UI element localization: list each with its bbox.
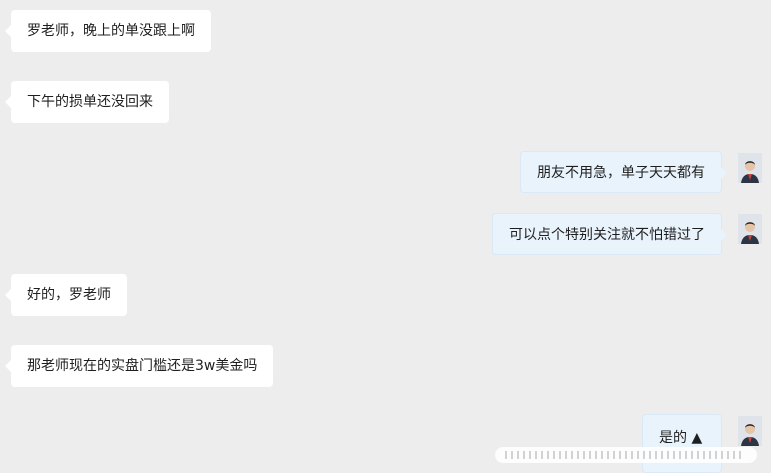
message-bubble[interactable]: 那老师现在的实盘门槛还是3w美金吗 bbox=[4, 345, 274, 387]
message-text: 那老师现在的实盘门槛还是3w美金吗 bbox=[27, 358, 258, 374]
message-bubble[interactable]: 好的，罗老师 bbox=[5, 274, 127, 316]
message-bubble[interactable]: 罗老师，晚上的单没跟上啊 bbox=[5, 10, 211, 52]
avatar-icon[interactable] bbox=[738, 416, 762, 446]
message-bubble[interactable]: 朋友不用急，单子天天都有 bbox=[520, 151, 727, 193]
message-text: 罗老师，晚上的单没跟上啊 bbox=[27, 23, 195, 39]
message-bubble[interactable]: 下午的损单还没回来 bbox=[5, 81, 169, 123]
message-bubble[interactable]: 是的 ▲ bbox=[642, 414, 722, 473]
avatar-icon[interactable] bbox=[738, 214, 762, 244]
avatar-icon[interactable] bbox=[738, 153, 762, 183]
message-text: 朋友不用急，单子天天都有 bbox=[537, 165, 705, 181]
decorative-ticks bbox=[505, 451, 745, 459]
message-text: 可以点个特别关注就不怕错过了 bbox=[509, 227, 705, 243]
message-text: 下午的损单还没回来 bbox=[27, 94, 153, 110]
message-text: 好的，罗老师 bbox=[27, 287, 111, 303]
message-bubble[interactable]: 可以点个特别关注就不怕错过了 bbox=[492, 213, 727, 255]
message-text: 是的 bbox=[659, 430, 687, 446]
thumbs-up-icon: ▲ bbox=[691, 430, 703, 446]
